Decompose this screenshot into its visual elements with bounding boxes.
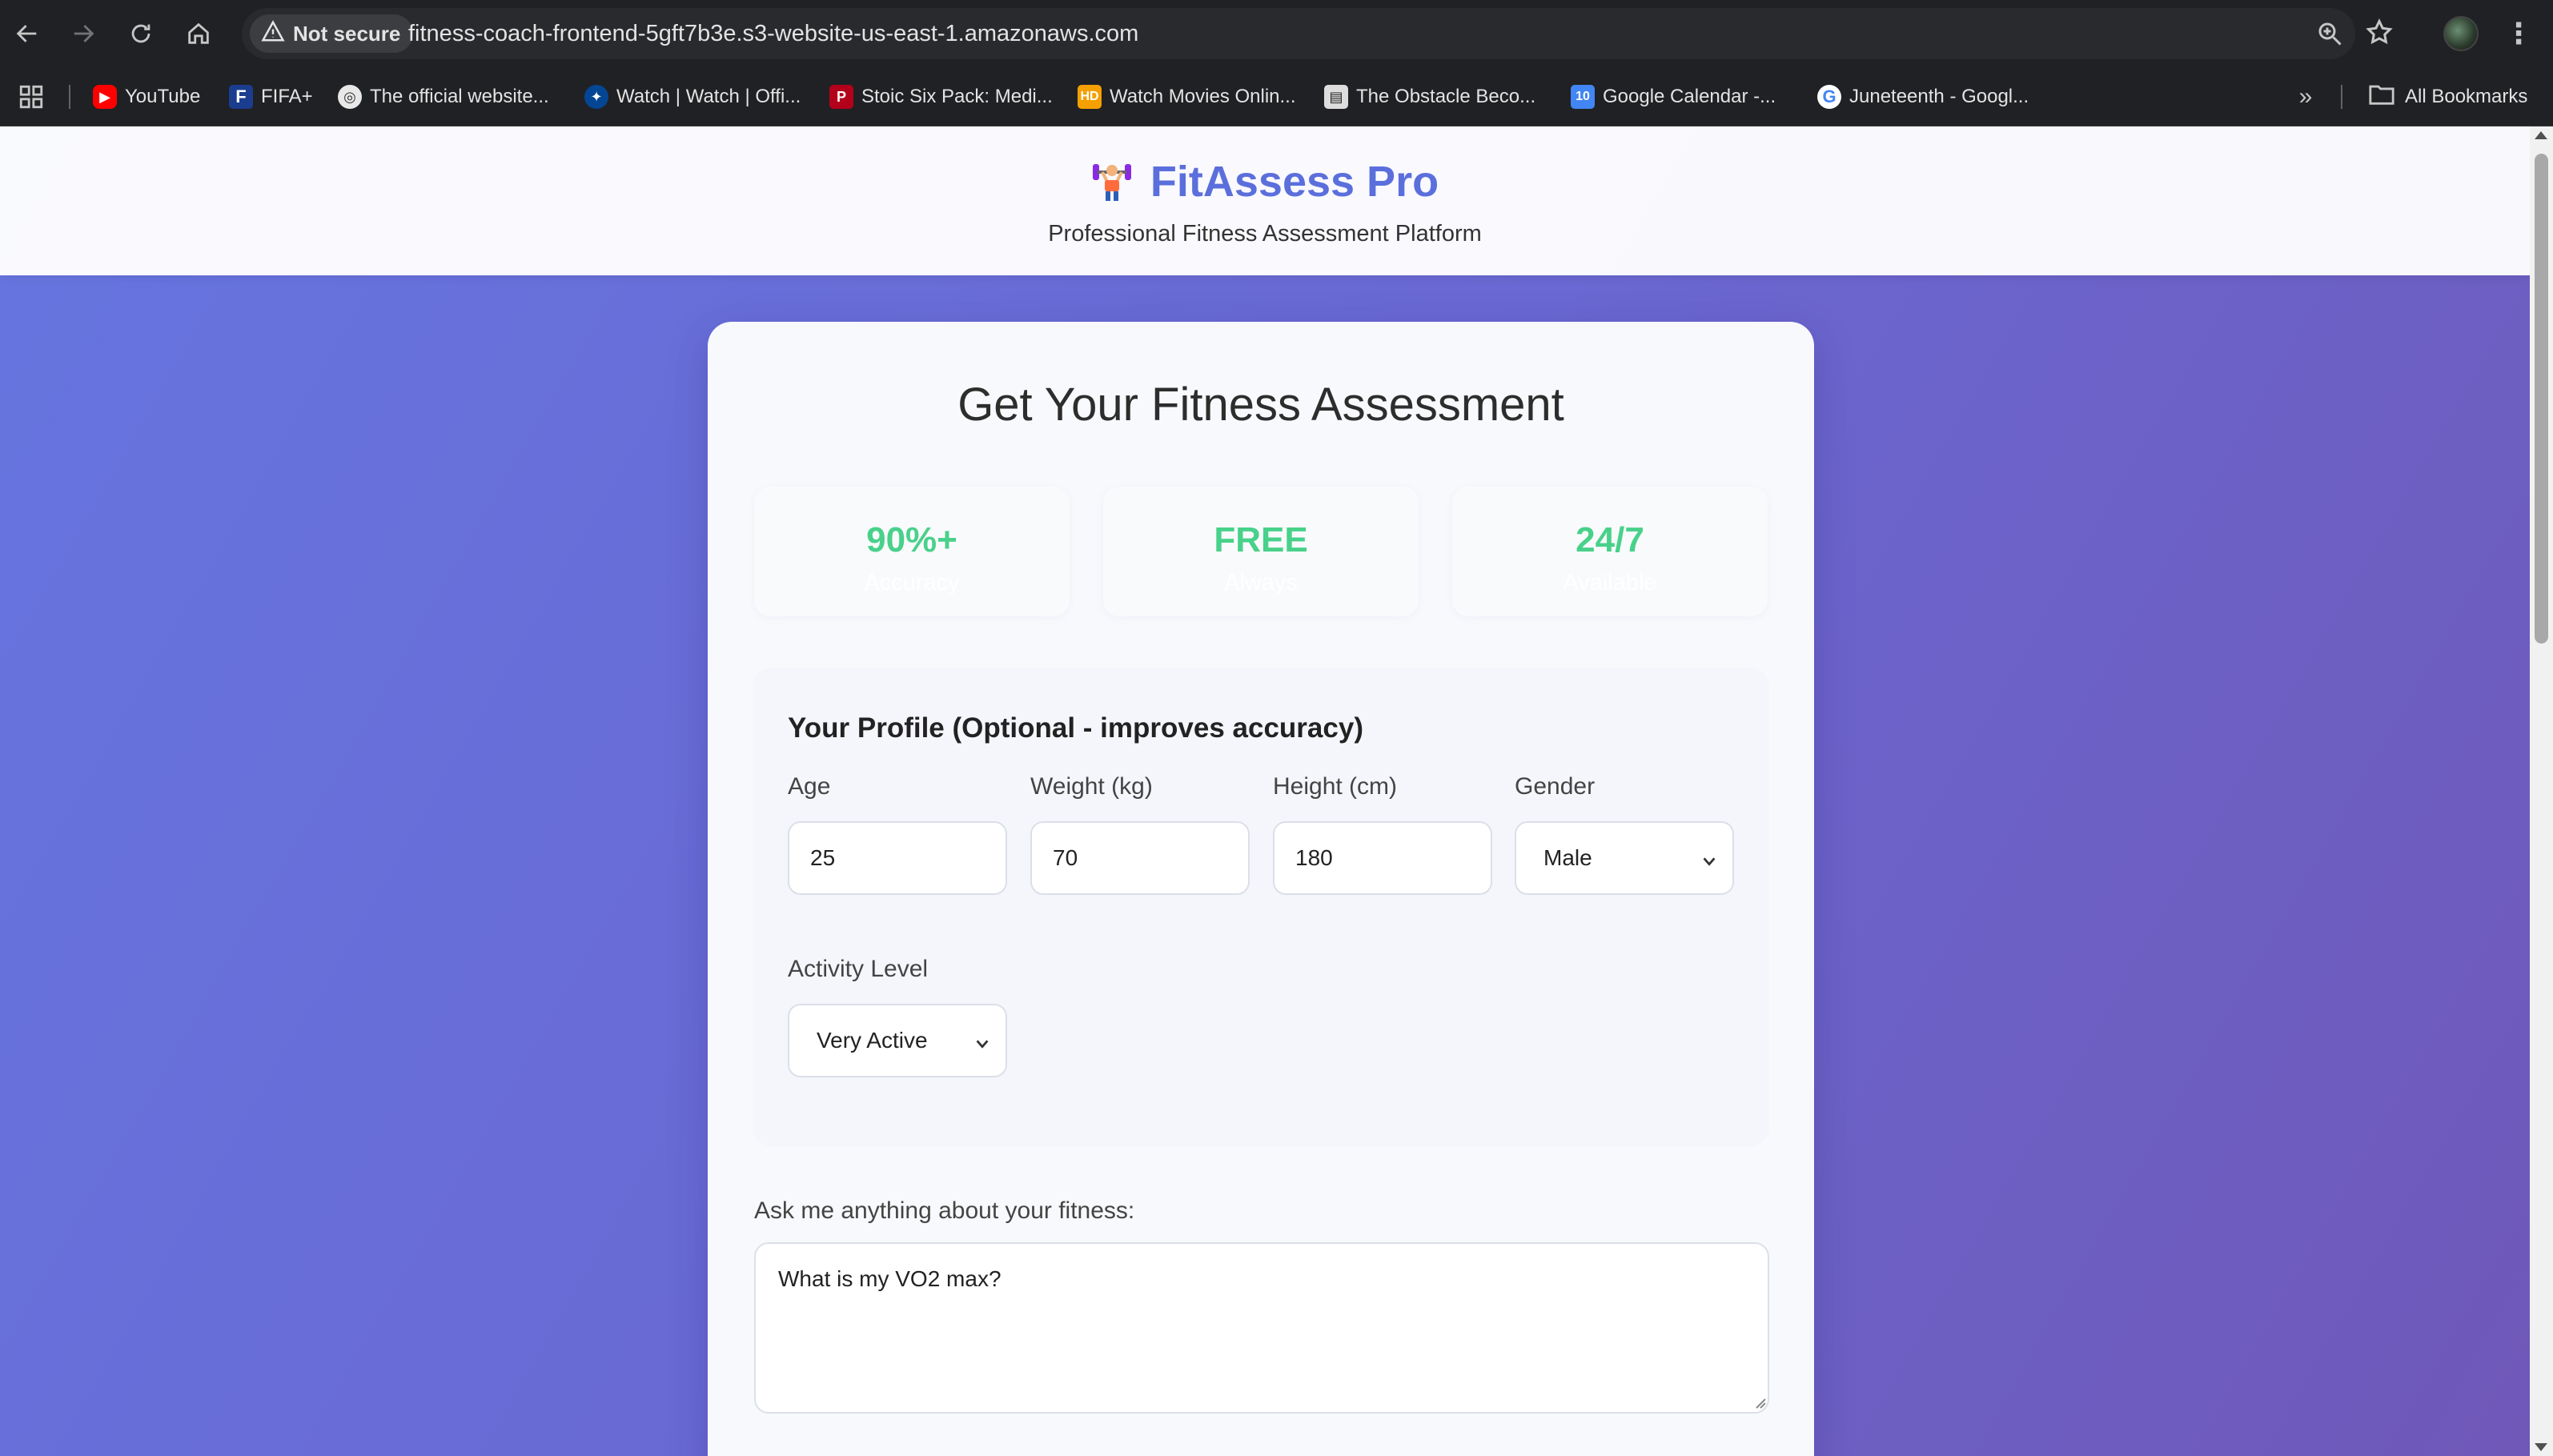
bookmark-label: Stoic Six Pack: Medi... <box>861 86 1053 107</box>
star-icon[interactable] <box>2365 18 2394 46</box>
bookmark-label: Watch | Watch | Offi... <box>616 86 801 107</box>
activity-value: Very Active <box>817 1028 928 1053</box>
question-textarea[interactable]: What is my VO2 max? <box>754 1242 1769 1414</box>
folder-icon <box>2368 82 2395 112</box>
all-bookmarks-button[interactable]: All Bookmarks <box>2368 78 2527 115</box>
profile-title: Your Profile (Optional - improves accura… <box>788 712 1363 744</box>
fifa-icon: F <box>229 85 253 109</box>
forward-icon[interactable] <box>64 14 102 53</box>
age-input[interactable] <box>788 821 1007 895</box>
bookmark-google-calendar[interactable]: 10 Google Calendar -... <box>1571 78 1776 115</box>
stat-value: FREE <box>1214 520 1308 560</box>
youtube-icon: ▶ <box>93 85 117 109</box>
weight-label: Weight (kg) <box>1030 773 1153 800</box>
question-label: Ask me anything about your fitness: <box>754 1197 1135 1224</box>
bookmark-label: Google Calendar -... <box>1603 86 1776 107</box>
page-scrollbar[interactable] <box>2530 126 2553 1456</box>
gender-select[interactable]: Male <box>1515 821 1734 895</box>
menu-icon[interactable]: ⋮ <box>2503 16 2535 51</box>
resize-handle-icon[interactable] <box>1753 1396 1766 1409</box>
chevron-down-icon <box>973 1033 991 1050</box>
hd-icon: HD <box>1078 85 1102 109</box>
bookmark-label: YouTube <box>125 86 201 107</box>
activity-select[interactable]: Very Active <box>788 1004 1007 1077</box>
height-label: Height (cm) <box>1273 773 1398 800</box>
chelsea-icon: ✦ <box>584 85 608 109</box>
bookmark-fifa[interactable]: F FIFA+ <box>229 78 313 115</box>
stat-label: Accuracy <box>864 570 960 596</box>
stat-label: Always <box>1224 570 1298 596</box>
weightlifter-icon <box>1091 159 1133 204</box>
security-chip-label: Not secure <box>293 21 401 46</box>
stat-free: FREE Always <box>1103 487 1419 616</box>
stoic-icon: P <box>829 85 853 109</box>
assessment-card: Get Your Fitness Assessment 90%+ Accurac… <box>708 322 1814 1456</box>
stat-value: 90%+ <box>866 520 957 560</box>
height-input[interactable] <box>1273 821 1492 895</box>
home-icon[interactable] <box>179 14 218 53</box>
back-icon[interactable] <box>8 14 46 53</box>
bookmarks-divider <box>2341 85 2342 109</box>
bookmark-watch-movies[interactable]: HD Watch Movies Onlin... <box>1078 78 1296 115</box>
bookmarks-divider <box>69 85 70 109</box>
profile-avatar[interactable] <box>2443 16 2479 51</box>
card-title: Get Your Fitness Assessment <box>957 379 1564 431</box>
bookmarks-bar: ▶ YouTube F FIFA+ ◎ The official website… <box>0 67 2553 126</box>
site-subtitle: Professional Fitness Assessment Platform <box>1048 221 1482 247</box>
warning-icon <box>261 19 285 49</box>
profile-section: Your Profile (Optional - improves accura… <box>753 668 1769 1146</box>
apps-grid-icon[interactable] <box>18 83 45 110</box>
activity-label: Activity Level <box>788 956 929 982</box>
stat-label: Available <box>1563 570 1657 596</box>
more-bookmarks-chevron-icon[interactable]: » <box>2290 83 2322 110</box>
reload-icon[interactable] <box>122 14 160 53</box>
all-bookmarks-label: All Bookmarks <box>2405 86 2528 107</box>
scroll-up-arrow-icon[interactable] <box>2535 131 2547 139</box>
bookmark-label: FIFA+ <box>261 86 313 107</box>
google-icon: G <box>1817 85 1841 109</box>
bookmark-juneteenth[interactable]: G Juneteenth - Googl... <box>1817 78 2029 115</box>
age-label: Age <box>788 773 831 800</box>
logo[interactable]: FitAssess Pro <box>0 157 2530 207</box>
stat-availability: 24/7 Available <box>1452 487 1768 616</box>
bookmark-stoic-six-pack[interactable]: P Stoic Six Pack: Medi... <box>829 78 1053 115</box>
stat-value: 24/7 <box>1576 520 1644 560</box>
weight-input[interactable] <box>1030 821 1250 895</box>
bookmark-official-website[interactable]: ◎ The official website... <box>338 78 549 115</box>
stat-accuracy: 90%+ Accuracy <box>754 487 1070 616</box>
security-chip[interactable]: Not secure <box>250 14 414 53</box>
site-header: FitAssess Pro Professional Fitness Asses… <box>0 126 2530 275</box>
page-viewport: FitAssess Pro Professional Fitness Asses… <box>0 126 2530 1456</box>
bookmark-watch-official[interactable]: ✦ Watch | Watch | Offi... <box>584 78 801 115</box>
zoom-icon[interactable] <box>2315 19 2344 48</box>
chevron-down-icon <box>1700 850 1718 868</box>
bookmark-obstacle[interactable]: ▤ The Obstacle Beco... <box>1324 78 1535 115</box>
gender-value: Male <box>1543 845 1592 870</box>
url-text[interactable]: fitness-coach-frontend-5gft7b3e.s3-websi… <box>408 8 1138 59</box>
bookmark-label: The Obstacle Beco... <box>1356 86 1536 107</box>
scrollbar-thumb[interactable] <box>2535 154 2548 644</box>
bookmark-label: The official website... <box>370 86 549 107</box>
gender-label: Gender <box>1515 773 1596 800</box>
calendar-icon: 10 <box>1571 85 1595 109</box>
book-icon: ▤ <box>1324 85 1348 109</box>
address-bar[interactable]: Not secure fitness-coach-frontend-5gft7b… <box>242 8 2393 59</box>
bookmark-label: Watch Movies Onlin... <box>1110 86 1296 107</box>
bookmark-youtube[interactable]: ▶ YouTube <box>93 78 200 115</box>
globe-icon: ◎ <box>338 85 362 109</box>
browser-toolbar: Not secure fitness-coach-frontend-5gft7b… <box>0 0 2553 67</box>
site-title: FitAssess Pro <box>1150 158 1439 206</box>
scroll-down-arrow-icon[interactable] <box>2535 1443 2547 1451</box>
bookmark-label: Juneteenth - Googl... <box>1849 86 2029 107</box>
